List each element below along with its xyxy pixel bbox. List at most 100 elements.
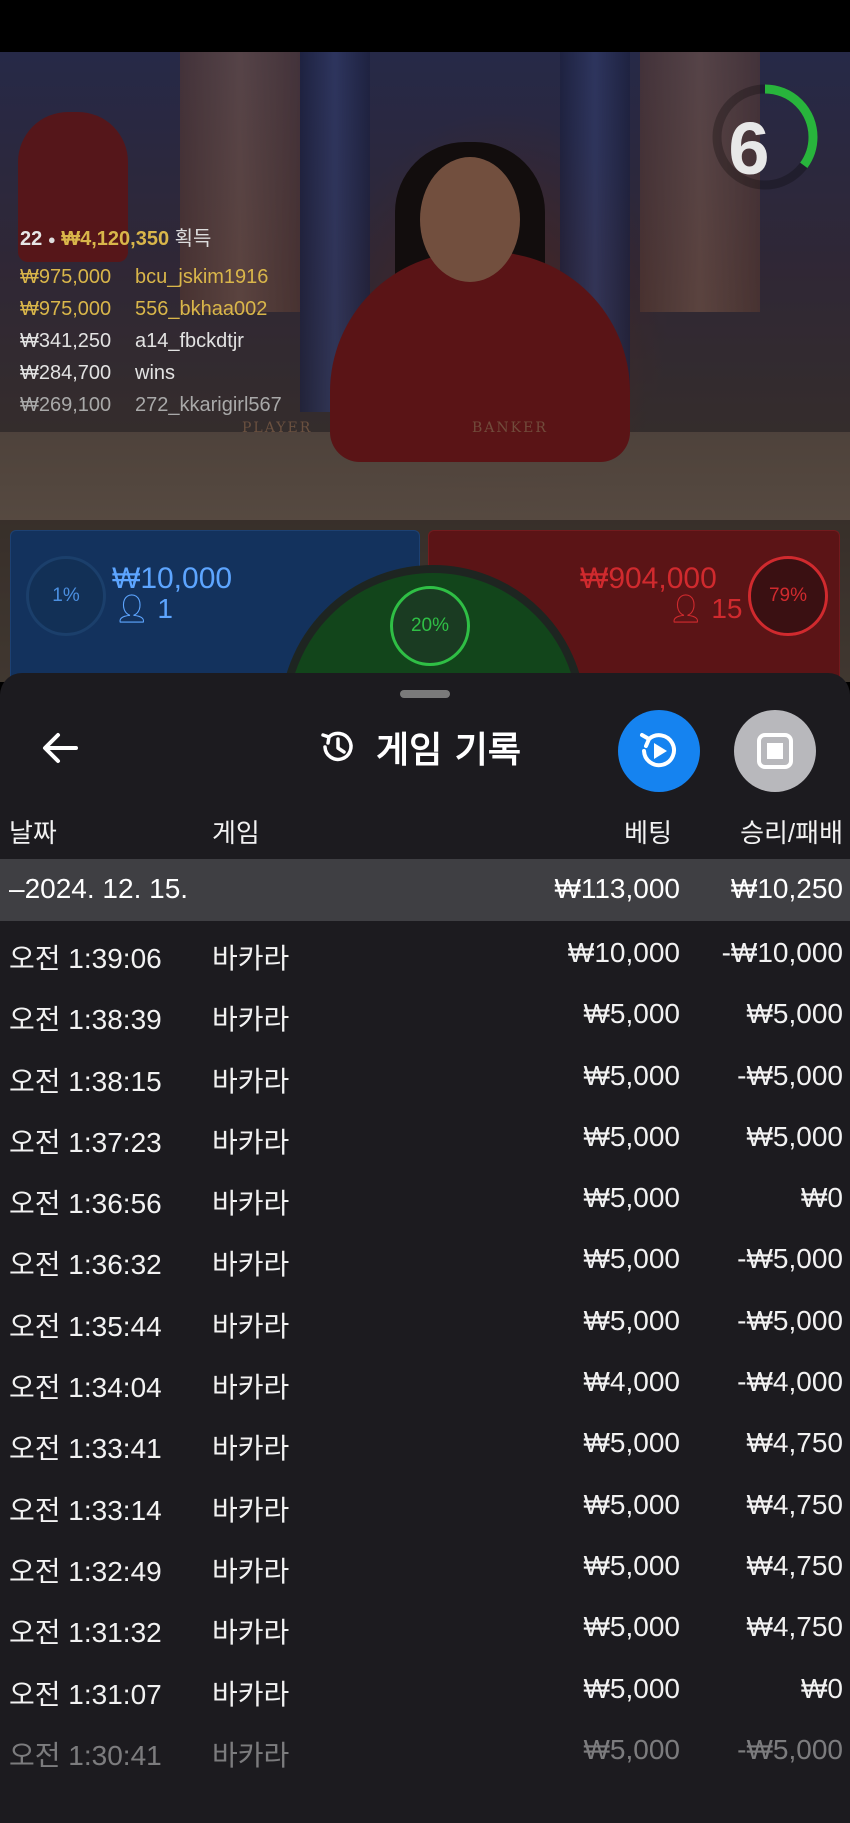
winner-row: ₩975,000 556_bkhaa002 [20,293,282,325]
row-game: 바카라 [212,1494,290,1526]
sheet-drag-handle[interactable] [400,690,450,698]
row-bet: ₩5,000 [583,1304,681,1336]
column-header-result: 승리/패배 [740,818,843,848]
row-game: 바카라 [212,1739,290,1771]
row-result: ₩4,750 [746,1488,844,1520]
banker-percent: 79% [748,556,828,636]
history-row[interactable]: 오전 1:38:15 바카라 ₩5,000 -₩5,000 [0,1044,850,1105]
replay-button[interactable] [618,710,700,792]
row-game: 바카라 [212,1372,290,1404]
row-game: 바카라 [212,1678,290,1710]
winner-row: ₩341,250 a14_fbckdtjr [20,325,282,357]
history-row[interactable]: 오전 1:31:07 바카라 ₩5,000 ₩0 [0,1657,850,1718]
banker-bettor-count: 👤︎ 15 [668,593,743,624]
column-header-date: 날짜 [9,818,57,848]
row-game: 바카라 [212,1188,290,1220]
row-bet: ₩5,000 [583,1733,681,1765]
winner-user: bcu_jskim1916 [135,266,269,288]
row-result: -₩10,000 [721,937,843,968]
winner-amount: ₩284,700 [20,362,112,384]
row-bet: ₩5,000 [583,1611,681,1643]
row-time: 오전 1:36:56 [9,1188,162,1220]
winner-row: ₩284,700 wins [20,357,282,389]
winners-header: 22 ● ₩4,120,350 획득 [20,222,282,251]
replay-icon [640,733,676,768]
history-list: 오전 1:39:06 바카라 ₩10,000 -₩10,000 오전 1:38:39 바카… [0,921,850,1779]
row-time: 오전 1:30:41 [9,1739,162,1771]
row-time: 오전 1:37:23 [9,1126,162,1158]
row-bet: ₩4,000 [583,1366,681,1398]
row-bet: ₩10,000 [567,937,680,968]
row-time: 오전 1:31:32 [9,1617,162,1649]
row-result: ₩5,000 [746,998,844,1030]
row-time: 오전 1:33:14 [9,1494,162,1526]
history-row[interactable]: 오전 1:35:44 바카라 ₩5,000 -₩5,000 [0,1289,850,1350]
row-time: 오전 1:36:32 [9,1249,162,1281]
row-game: 바카라 [212,1004,290,1036]
row-bet: ₩5,000 [583,1120,681,1152]
winner-user: 556_bkhaa002 [135,298,268,320]
row-bet: ₩5,000 [583,1488,681,1520]
row-game: 바카라 [212,1555,290,1587]
row-result: ₩4,750 [746,1611,844,1643]
person-icon: 👤︎ [114,593,150,624]
status-bar [0,0,850,52]
person-icon: 👤︎ [668,593,704,624]
row-game: 바카라 [212,1249,290,1281]
row-bet: ₩5,000 [583,1182,681,1214]
row-result: -₩5,000 [737,1059,843,1091]
stop-icon [757,733,793,769]
person-icon: ● [47,232,56,248]
date-group-date: –2024. 12. 15. [9,873,189,904]
row-time: 오전 1:34:04 [9,1372,162,1404]
player-bet-amount: ₩10,000 [112,562,233,595]
row-game: 바카라 [212,1617,290,1649]
row-bet: ₩5,000 [583,1427,681,1459]
winner-amount: ₩341,250 [20,330,112,352]
row-game: 바카라 [212,943,290,974]
row-result: ₩0 [801,1672,843,1704]
row-bet: ₩5,000 [583,1243,681,1275]
arrow-left-icon[interactable] [36,723,86,773]
row-game: 바카라 [212,1310,290,1342]
history-row[interactable]: 오전 1:38:39 바카라 ₩5,000 ₩5,000 [0,982,850,1043]
row-bet: ₩5,000 [583,1549,681,1581]
row-time: 오전 1:39:06 [9,943,162,974]
winners-list: 22 ● ₩4,120,350 획득 ₩975,000 bcu_jskim1916… [20,222,282,421]
history-row[interactable]: 오전 1:32:49 바카라 ₩5,000 ₩4,750 [0,1534,850,1595]
winner-amount: ₩269,100 [20,394,112,416]
row-game: 바카라 [212,1433,290,1465]
winner-user: wins [135,362,176,384]
history-row[interactable]: 오전 1:33:41 바카라 ₩5,000 ₩4,750 [0,1411,850,1472]
sheet-title: 게임 기록 [376,730,522,771]
row-time: 오전 1:32:49 [9,1555,162,1587]
row-result: ₩4,750 [746,1427,844,1459]
history-row[interactable]: 오전 1:30:41 바카라 ₩5,000 -₩5,000 [0,1718,850,1779]
winners-suffix: 획득 [174,228,212,250]
winner-user: a14_fbckdtjr [135,330,244,352]
winner-amount: ₩975,000 [20,298,112,320]
row-result: -₩5,000 [737,1733,843,1765]
row-game: 바카라 [212,1126,290,1158]
winner-amount: ₩975,000 [20,266,112,288]
history-row[interactable]: 오전 1:36:32 바카라 ₩5,000 -₩5,000 [0,1227,850,1288]
tie-percent: 20% [390,586,470,666]
date-group-row[interactable]: –2024. 12. 15. ₩113,000 ₩10,250 [0,859,850,921]
history-row[interactable]: 오전 1:37:23 바카라 ₩5,000 ₩5,000 [0,1105,850,1166]
sheet-title-group: 게임 기록 [318,717,521,777]
row-result: ₩5,000 [746,1120,844,1152]
date-group-total-bet: ₩113,000 [554,873,680,904]
history-row[interactable]: 오전 1:33:14 바카라 ₩5,000 ₩4,750 [0,1473,850,1534]
history-row[interactable]: 오전 1:39:06 바카라 ₩10,000 -₩10,000 [0,921,850,982]
date-group-total-result: ₩10,250 [730,873,843,904]
history-row[interactable]: 오전 1:31:32 바카라 ₩5,000 ₩4,750 [0,1595,850,1656]
history-row[interactable]: 오전 1:36:56 바카라 ₩5,000 ₩0 [0,1166,850,1227]
row-time: 오전 1:31:07 [9,1678,162,1710]
history-row[interactable]: 오전 1:34:04 바카라 ₩4,000 -₩4,000 [0,1350,850,1411]
winner-row: ₩975,000 bcu_jskim1916 [20,261,282,293]
row-time: 오전 1:38:15 [9,1065,162,1097]
player-bettor-count: 👤︎ 1 [114,593,173,624]
row-game: 바카라 [212,1065,290,1097]
stop-button[interactable] [734,710,816,792]
history-icon [321,731,353,762]
